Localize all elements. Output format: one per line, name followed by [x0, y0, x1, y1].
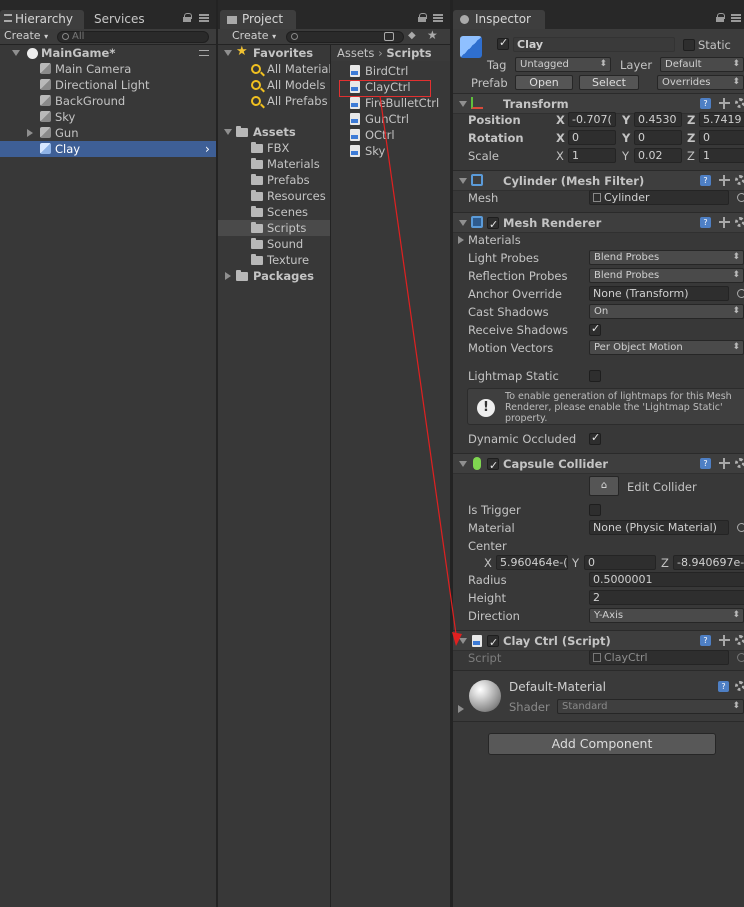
drag-arrow-annotation — [379, 95, 462, 646]
